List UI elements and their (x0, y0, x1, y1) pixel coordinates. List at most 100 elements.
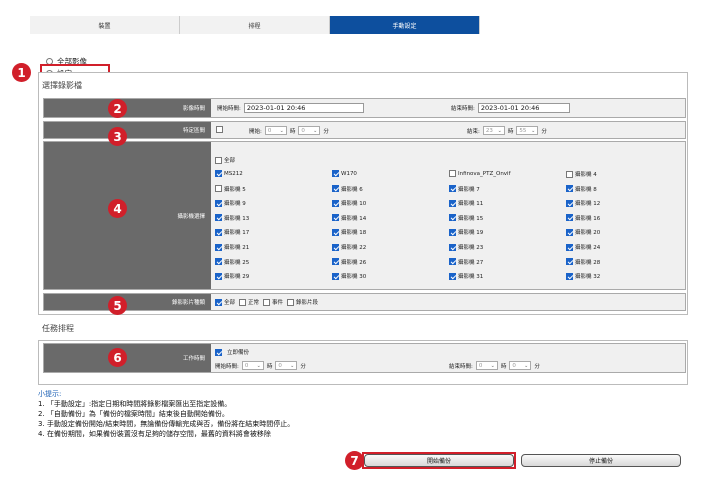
camera-option[interactable]: 攝影機 17 (215, 228, 249, 236)
camera-checkbox[interactable] (566, 170, 573, 178)
task-end-label: 結束時間: (449, 363, 473, 370)
camera-option[interactable]: 攝影機 9 (215, 199, 246, 207)
camera-checkbox[interactable] (449, 185, 456, 193)
camera-checkbox[interactable] (332, 170, 339, 177)
specific-period-checkbox[interactable] (216, 126, 223, 133)
camera-option[interactable]: 攝影機 20 (566, 228, 600, 236)
camera-option[interactable]: 攝影機 12 (566, 199, 600, 207)
camera-checkbox[interactable] (566, 228, 573, 236)
camera-checkbox[interactable] (332, 185, 339, 193)
camera-checkbox[interactable] (566, 243, 573, 251)
camera-label: 攝影機 9 (224, 201, 246, 208)
camera-option[interactable]: 攝影機 28 (566, 258, 600, 266)
camera-option[interactable]: 攝影機 23 (449, 243, 483, 251)
camera-checkbox[interactable] (449, 228, 456, 236)
camera-option[interactable]: 攝影機 27 (449, 258, 483, 266)
camera-option[interactable]: 攝影機 18 (332, 228, 366, 236)
camera-checkbox[interactable] (449, 199, 456, 207)
video-type-checkbox[interactable] (239, 298, 247, 306)
camera-checkbox[interactable] (215, 199, 222, 207)
camera-checkbox[interactable] (215, 272, 222, 280)
camera-all-checkbox[interactable] (215, 156, 222, 164)
camera-checkbox[interactable] (566, 199, 573, 207)
camera-option[interactable]: 攝影機 19 (449, 228, 483, 236)
period-start-hour-select[interactable]: 0 ⌄ (264, 126, 287, 135)
camera-checkbox[interactable] (566, 214, 573, 222)
video-type-option[interactable]: 事件 (263, 298, 283, 306)
video-type-checkbox[interactable] (263, 298, 271, 306)
camera-checkbox[interactable] (332, 199, 339, 207)
stop-backup-button[interactable]: 停止備份 (521, 454, 681, 467)
tab-device[interactable]: 裝置 (30, 16, 180, 34)
camera-option[interactable]: 攝影機 30 (332, 272, 366, 280)
camera-option[interactable]: 攝影機 7 (449, 185, 480, 193)
camera-checkbox[interactable] (332, 258, 339, 266)
camera-option[interactable]: 攝影機 29 (215, 272, 249, 280)
camera-checkbox[interactable] (332, 272, 339, 280)
video-type-checkbox[interactable] (215, 298, 222, 306)
camera-label: 攝影機 10 (341, 201, 367, 208)
camera-checkbox[interactable] (215, 243, 222, 251)
end-time-input[interactable]: 2023-01-01 20:46 (477, 103, 570, 113)
task-start-hour-select[interactable]: 0 ⌄ (241, 361, 264, 370)
video-types-label: 錄影影片種類 (44, 294, 211, 310)
camera-checkbox[interactable] (215, 228, 222, 236)
camera-all-option[interactable]: 全部 (215, 156, 235, 164)
camera-checkbox[interactable] (449, 243, 456, 251)
camera-checkbox[interactable] (332, 243, 339, 251)
camera-checkbox[interactable] (215, 170, 222, 177)
camera-option[interactable]: W170 (332, 170, 357, 177)
camera-option[interactable]: 攝影機 4 (566, 170, 597, 178)
period-end-hour-select[interactable]: 23 ⌄ (482, 126, 505, 135)
period-start-min-select[interactable]: 0 ⌄ (298, 126, 321, 135)
camera-checkbox[interactable] (449, 170, 456, 177)
hour-unit: 時 (289, 128, 296, 135)
camera-option[interactable]: 攝影機 26 (332, 258, 366, 266)
camera-label: 攝影機 19 (458, 230, 484, 237)
tab-manual-settings[interactable]: 手動設定 (330, 16, 480, 34)
camera-option[interactable]: 攝影機 6 (332, 185, 363, 193)
task-end-min-select[interactable]: 0 ⌄ (509, 361, 532, 370)
video-type-checkbox[interactable] (287, 298, 295, 306)
camera-option[interactable]: 攝影機 15 (449, 214, 483, 222)
camera-option[interactable]: 攝影機 14 (332, 214, 366, 222)
camera-checkbox[interactable] (215, 185, 222, 193)
camera-option[interactable]: 攝影機 22 (332, 243, 366, 251)
camera-option[interactable]: 攝影機 5 (215, 185, 246, 193)
camera-checkbox[interactable] (449, 214, 456, 222)
video-type-option[interactable]: 錄影片段 (287, 298, 318, 306)
task-start-min-select[interactable]: 0 ⌄ (275, 361, 298, 370)
row-recording-time: 影像時間 開始時間: 2023-01-01 20:46 結束時間: 2023-0… (43, 98, 686, 118)
camera-checkbox[interactable] (215, 258, 222, 266)
camera-checkbox[interactable] (566, 272, 573, 280)
camera-checkbox[interactable] (566, 258, 573, 266)
camera-option[interactable]: 攝影機 24 (566, 243, 600, 251)
camera-checkbox[interactable] (332, 214, 339, 222)
camera-option[interactable]: 攝影機 13 (215, 214, 249, 222)
camera-label: 攝影機 29 (224, 274, 250, 281)
camera-option[interactable]: 攝影機 21 (215, 243, 249, 251)
camera-option[interactable]: Infinova_PTZ_Onvif (449, 170, 511, 177)
camera-option[interactable]: 攝影機 25 (215, 258, 249, 266)
task-end-hour-select[interactable]: 0 ⌄ (475, 361, 498, 370)
video-type-option[interactable]: 正常 (239, 298, 259, 306)
video-type-option[interactable]: 全部 (215, 298, 235, 306)
camera-option[interactable]: MS212 (215, 170, 243, 177)
camera-checkbox[interactable] (449, 272, 456, 280)
camera-checkbox[interactable] (332, 228, 339, 236)
camera-option[interactable]: 攝影機 8 (566, 185, 597, 193)
camera-label: 攝影機 20 (575, 230, 601, 237)
camera-checkbox[interactable] (566, 185, 573, 193)
immediate-backup-checkbox[interactable] (215, 348, 222, 356)
period-end-min-select[interactable]: 55 ⌄ (516, 126, 539, 135)
tab-schedule[interactable]: 排程 (180, 16, 330, 34)
camera-checkbox[interactable] (215, 214, 222, 222)
camera-option[interactable]: 攝影機 31 (449, 272, 483, 280)
camera-option[interactable]: 攝影機 32 (566, 272, 600, 280)
camera-option[interactable]: 攝影機 10 (332, 199, 366, 207)
period-start-label: 開始: (249, 128, 262, 135)
camera-option[interactable]: 攝影機 16 (566, 214, 600, 222)
camera-option[interactable]: 攝影機 11 (449, 199, 483, 207)
camera-checkbox[interactable] (449, 258, 456, 266)
start-time-input[interactable]: 2023-01-01 20:46 (243, 103, 364, 113)
